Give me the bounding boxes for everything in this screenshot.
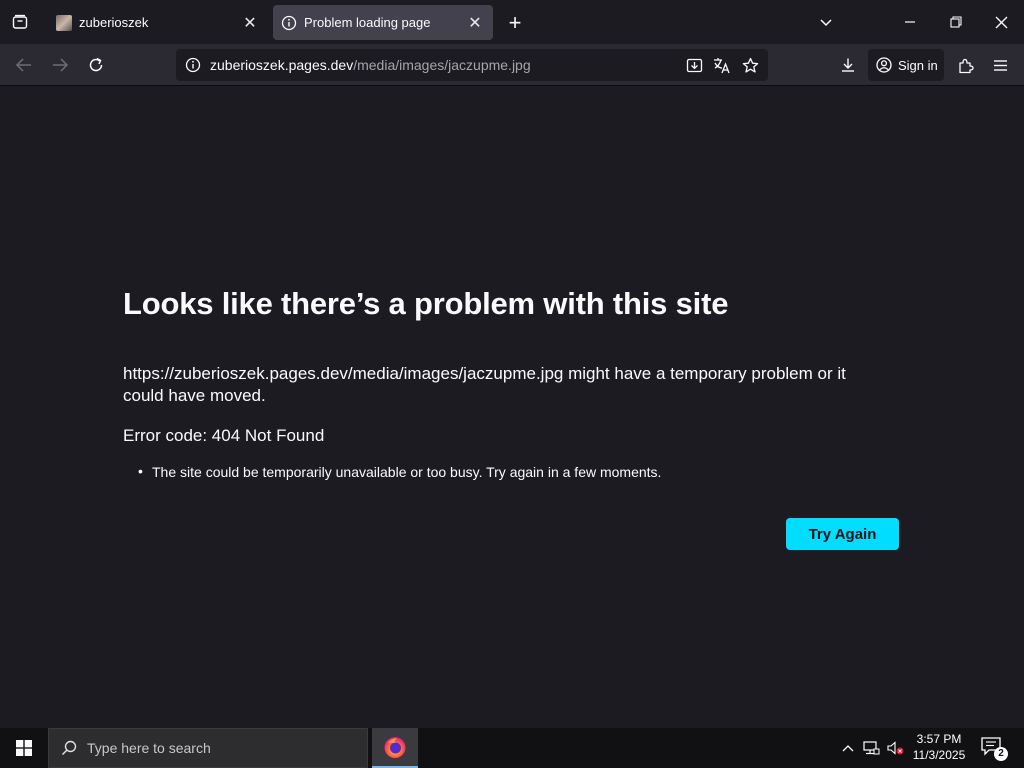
info-icon[interactable]: [178, 49, 208, 81]
sign-in-button[interactable]: Sign in: [868, 49, 944, 81]
plus-icon[interactable]: +: [502, 10, 528, 36]
tab-title: zuberioszek: [79, 15, 149, 30]
firefox-taskbar-icon[interactable]: [372, 728, 418, 768]
minimize-icon[interactable]: [895, 8, 925, 36]
download-icon[interactable]: [834, 51, 862, 79]
notification-center-icon[interactable]: 2: [980, 736, 1008, 761]
restore-icon[interactable]: [941, 8, 971, 36]
list-item: The site could be temporarily unavailabl…: [138, 463, 661, 480]
star-icon[interactable]: [736, 52, 764, 78]
taskbar: Type here to search 3:57 PM 11/3/2025 2: [0, 728, 1024, 768]
taskbar-search-input[interactable]: Type here to search: [48, 728, 368, 768]
reload-icon[interactable]: [82, 51, 110, 79]
tab-problem-loading[interactable]: Problem loading page ✕: [273, 5, 493, 40]
search-placeholder: Type here to search: [87, 740, 211, 756]
info-icon: [281, 15, 297, 31]
volume-muted-icon[interactable]: [884, 728, 906, 768]
try-again-button[interactable]: Try Again: [786, 518, 899, 550]
url-path: /media/images/jaczupme.jpg: [353, 57, 531, 73]
tab-zuberioszek[interactable]: zuberioszek ✕: [48, 5, 268, 40]
close-icon[interactable]: [986, 8, 1016, 36]
navigation-toolbar: zuberioszek.pages.dev/media/images/jaczu…: [0, 44, 1024, 86]
page-title: Looks like there’s a problem with this s…: [123, 286, 729, 321]
notification-badge: 2: [994, 747, 1008, 761]
address-bar[interactable]: zuberioszek.pages.dev/media/images/jaczu…: [176, 49, 768, 81]
url-text[interactable]: zuberioszek.pages.dev/media/images/jaczu…: [210, 57, 531, 73]
close-tab-icon[interactable]: ✕: [465, 13, 485, 33]
sign-in-label: Sign in: [898, 57, 938, 73]
account-icon: [876, 57, 892, 73]
close-tab-icon[interactable]: ✕: [240, 13, 260, 33]
search-icon: [61, 740, 77, 756]
clock-time: 3:57 PM: [916, 732, 962, 746]
suggestion-list: The site could be temporarily unavailabl…: [138, 463, 661, 480]
error-description: https://zuberioszek.pages.dev/media/imag…: [123, 364, 846, 405]
back-arrow-icon[interactable]: [10, 51, 38, 79]
error-page: Looks like there’s a problem with this s…: [0, 86, 1024, 728]
error-code: Error code: 404 Not Found: [123, 426, 325, 445]
tab-bar: zuberioszek ✕ Problem loading page ✕ +: [0, 0, 1024, 44]
windows-start-icon[interactable]: [0, 728, 48, 768]
network-icon[interactable]: [860, 728, 882, 768]
extensions-icon[interactable]: [951, 51, 979, 79]
favicon-image: [56, 14, 72, 31]
tab-list-icon[interactable]: [6, 8, 34, 36]
hamburger-menu-icon[interactable]: [986, 51, 1014, 79]
system-clock[interactable]: 3:57 PM 11/3/2025: [908, 731, 970, 763]
url-host: zuberioszek.pages.dev: [210, 57, 354, 73]
chevron-down-icon[interactable]: [812, 12, 840, 34]
forward-arrow-icon[interactable]: [46, 51, 74, 79]
clock-date: 11/3/2025: [912, 748, 966, 762]
tab-title: Problem loading page: [304, 15, 431, 30]
translate-icon[interactable]: [708, 52, 736, 78]
chevron-up-icon[interactable]: [838, 728, 858, 768]
install-icon[interactable]: [680, 52, 708, 78]
